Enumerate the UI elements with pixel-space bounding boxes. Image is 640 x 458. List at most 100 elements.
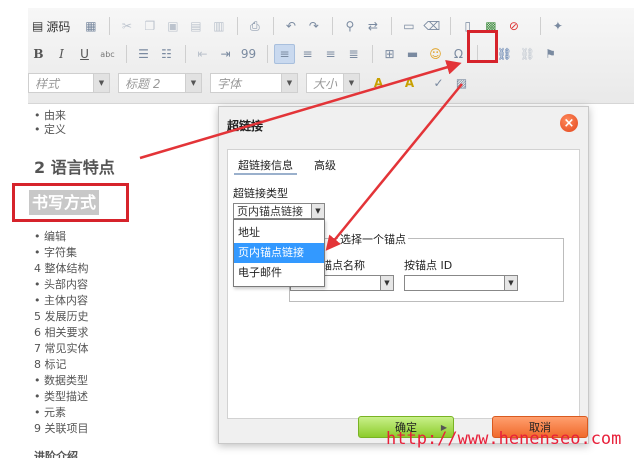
document-icon[interactable]: ▦ [80,16,101,36]
remove-format-icon[interactable]: ⌫ [421,16,442,36]
paste-icon[interactable]: ▣ [162,16,183,36]
font-combo-label: 字体 [217,76,242,91]
toolbar-divider [540,17,542,35]
outdent-icon[interactable]: ⇤ [192,44,213,64]
toolbar-divider [332,17,334,35]
anchor-id-select[interactable]: ▼ [404,275,518,291]
dropdown-option-url[interactable]: 地址 [234,223,324,243]
tab-link-info[interactable]: 超链接信息 [234,155,297,175]
toolbar-row-3: 样式 ▼ 标题 2 ▼ 字体 ▼ 大小 ▼ A A ✓ ▨ [28,70,474,96]
align-left-icon[interactable]: ≡ [274,44,295,64]
list-item: • 头部内容 [34,278,88,291]
list-item: 8 标记 [34,358,67,371]
text-color-icon[interactable]: A [368,73,389,93]
numbered-list-icon[interactable]: ☰ [133,44,154,64]
justify-icon[interactable]: ≣ [343,44,364,64]
list-item: • 由来 [34,109,66,122]
paste-word-icon[interactable]: ▥ [208,16,229,36]
format-combo[interactable]: 标题 2 ▼ [118,73,202,93]
close-icon[interactable]: × [560,114,578,132]
font-combo[interactable]: 字体 ▼ [210,73,298,93]
dropdown-option-anchor[interactable]: 页内锚点链接 [234,243,324,263]
watermark: http://www.henenseo.com [386,429,622,449]
indent-icon[interactable]: ⇥ [215,44,236,64]
list-item: 9 关联项目 [34,422,89,435]
chevron-down-icon: ▼ [311,204,324,218]
dropdown-option-email[interactable]: 电子邮件 [234,263,324,283]
list-item: 6 相关要求 [34,326,89,339]
toolbar-divider [450,17,452,35]
format-combo-label: 标题 2 [125,76,161,91]
align-center-icon[interactable]: ≡ [297,44,318,64]
link-type-label: 超链接类型 [233,187,288,200]
list-item: 5 发展历史 [34,310,89,323]
dialog-title[interactable]: 超链接 [227,117,263,134]
undo-icon[interactable]: ↶ [280,16,301,36]
source-button[interactable]: ▤ 源码 [28,16,74,36]
chevron-down-icon: ▼ [185,74,201,92]
link-type-dropdown: 地址 页内锚点链接 电子邮件 [233,219,325,287]
source-label: 源码 [46,19,71,34]
toolbar-divider [273,17,275,35]
link-type-select[interactable]: 页内锚点链接 ▼ [233,203,325,219]
chevron-down-icon: ▼ [93,74,109,92]
annotation-highlight-box: 书写方式 [12,183,129,222]
list-item: 7 常见实体 [34,342,89,355]
unlink-icon[interactable]: ⛓ [517,44,538,64]
blockquote-button[interactable]: 99 [238,44,259,64]
annotation-highlight-box [467,30,498,63]
align-right-icon[interactable]: ≡ [320,44,341,64]
style-combo-label: 样式 [35,76,60,91]
list-item: • 定义 [34,123,66,136]
print-icon[interactable]: ⎙ [244,16,265,36]
toolbar-divider [372,45,373,63]
list-item: • 编辑 [34,230,66,243]
image-edit-icon[interactable]: ▨ [451,73,472,93]
list-item: • 类型描述 [34,390,88,403]
flash-icon[interactable]: ⊘ [503,16,524,36]
toolbar-divider [109,17,111,35]
horizontal-rule-icon[interactable]: ▬ [402,44,423,64]
copy-icon[interactable]: ❐ [139,16,160,36]
smiley-icon[interactable]: ☺ [425,44,446,64]
tab-advanced[interactable]: 高级 [310,155,340,175]
style-combo[interactable]: 样式 ▼ [28,73,110,93]
source-icon: ▤ [32,19,44,33]
anchor-fieldset: 选择一个锚点 按锚点名称 按锚点 ID ▼ ▼ [289,231,564,302]
strikethrough-button[interactable]: abc [97,44,118,64]
anchor-id-label: 按锚点 ID [404,259,453,272]
bulleted-list-icon[interactable]: ☷ [156,44,177,64]
spell-check-icon[interactable]: ✓ [428,73,449,93]
cut-icon[interactable]: ✂ [116,16,137,36]
editor-toolbar: ▤ 源码 ▦ ✂ ❐ ▣ ▤ ▥ ⎙ ↶ ↷ ⚲ ⇄ ▭ ⌫ ▯ ▩ ⊘ ✦ B… [28,8,634,104]
redo-icon[interactable]: ↷ [303,16,324,36]
link-type-value: 页内锚点链接 [237,205,303,218]
replace-icon[interactable]: ⇄ [362,16,383,36]
list-item: • 数据类型 [34,374,88,387]
find-icon[interactable]: ⚲ [339,16,360,36]
paste-text-icon[interactable]: ▤ [185,16,206,36]
chevron-down-icon: ▼ [504,276,517,290]
anchor-legend: 选择一个锚点 [338,231,408,247]
table-icon[interactable]: ⊞ [379,44,400,64]
toolbar-divider [237,17,239,35]
maximize-icon[interactable]: ✦ [547,16,568,36]
bg-color-icon[interactable]: A [399,73,420,93]
list-item: • 元素 [34,406,66,419]
toolbar-divider [267,45,268,63]
special-char-icon[interactable]: Ω [448,44,469,64]
heading-3-selected-text[interactable]: 书写方式 [29,190,100,215]
heading-2: 2 语言特点 [34,158,115,177]
underline-button[interactable]: U [74,44,95,64]
hyperlink-dialog: 超链接 × 超链接信息 高级 超链接类型 页内锚点链接 ▼ 选择一个锚点 按锚点… [218,106,589,444]
size-combo-label: 大小 [313,76,338,91]
list-item: • 主体内容 [34,294,88,307]
size-combo[interactable]: 大小 ▼ [306,73,360,93]
anchor-flag-icon[interactable]: ⚑ [540,44,561,64]
select-all-icon[interactable]: ▭ [398,16,419,36]
toolbar-divider [391,17,393,35]
list-item: 4 整体结构 [34,262,89,275]
bottom-heading: 进阶介绍 [34,450,78,458]
bold-button[interactable]: B [28,44,49,64]
italic-button[interactable]: I [51,44,72,64]
